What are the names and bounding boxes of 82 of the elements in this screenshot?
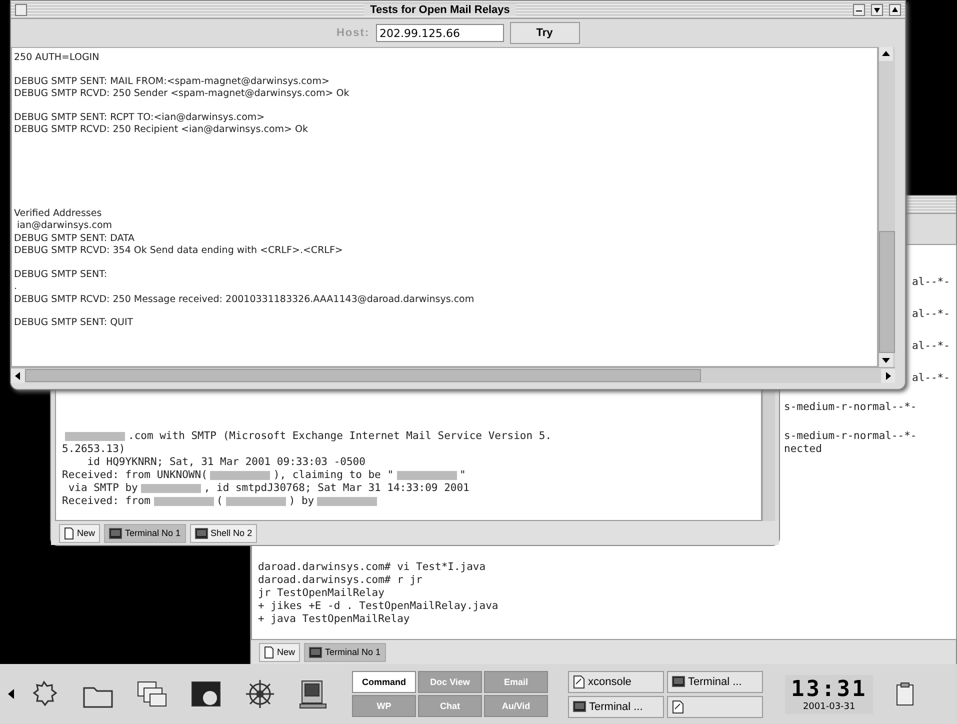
log-line: DEBUG SMTP RCVD: 250 Recipient <ian@darwinsys.com> Ok xyxy=(14,124,309,136)
terminal-line: ) by xyxy=(288,495,314,508)
scroll-up-icon[interactable] xyxy=(879,47,893,61)
terminal-line: id HQ9YKNRN; Sat, 31 Mar 2001 09:33:03 -0500 xyxy=(86,456,366,469)
log-line: DEBUG SMTP SENT: xyxy=(14,268,108,281)
terminal-line: , id smtpdJ30768; Sat Mar 31 14:33:09 2001 xyxy=(204,482,470,495)
terminal-line: al--*- xyxy=(912,276,950,289)
terminal-line: daroad.darwinsys.com# vi Test*I.java xyxy=(258,561,486,574)
log-line: DEBUG SMTP SENT: MAIL FROM:<spam-magnet@darwinsys.com> xyxy=(14,76,330,88)
log-line: DEBUG SMTP RCVD: 354 Ok Send data ending with <CRLF>.<CRLF> xyxy=(14,245,344,258)
task-button[interactable] xyxy=(667,696,763,718)
window-title: Tests for Open Mail Relays xyxy=(364,4,516,16)
host-field[interactable]: 202.99.125.66 xyxy=(376,24,504,42)
log-line: DEBUG SMTP SENT: DATA xyxy=(14,232,136,245)
redacted-text xyxy=(210,471,270,480)
terminal-tab[interactable]: Terminal No 1 xyxy=(104,524,186,542)
terminal-icon xyxy=(672,676,685,687)
page-icon xyxy=(64,526,74,540)
host-label: Host: xyxy=(336,27,370,39)
terminal-tab[interactable]: Shell No 2 xyxy=(190,524,258,542)
document-icon xyxy=(573,674,585,688)
document-icon xyxy=(672,700,684,714)
clipboard-icon[interactable] xyxy=(895,682,916,706)
page-icon xyxy=(264,646,274,658)
arrow-left-icon[interactable] xyxy=(8,689,14,699)
scroll-down-icon[interactable] xyxy=(879,353,893,367)
clock-time: 13:31 xyxy=(791,676,868,702)
terminal-icon xyxy=(309,646,322,658)
terminal-line: Received: from xyxy=(62,495,151,508)
terminal-tab[interactable]: New xyxy=(259,642,300,662)
log-line: DEBUG SMTP RCVD: 250 Sender <spam-magnet@darwinsys.com> Ok xyxy=(14,88,350,100)
terminal-line: s-medium-r-normal--*- xyxy=(784,430,917,443)
log-line: DEBUG SMTP RCVD: 250 Message received: 20010331183326.AAA1143@daroad.darwinsys.com xyxy=(14,294,476,306)
terminal-line: + jikes +E -d . TestOpenMailRelay.java xyxy=(258,600,498,613)
task-button[interactable]: Terminal ... xyxy=(667,670,763,692)
redacted-text xyxy=(140,484,201,493)
desktop-button[interactable]: Command xyxy=(352,671,416,693)
vertical-scrollbar[interactable] xyxy=(878,47,895,367)
terminal-line: ( xyxy=(216,495,223,508)
log-line: Verified Addresses xyxy=(14,208,103,220)
log-line: DEBUG SMTP SENT: QUIT xyxy=(14,317,134,330)
terminal-icon xyxy=(573,701,586,712)
clock-date: 2001-03-31 xyxy=(802,702,856,712)
terminal-line: ), claiming to be " xyxy=(273,469,394,482)
redacted-text xyxy=(65,432,125,441)
scroll-right-icon[interactable] xyxy=(881,368,895,382)
minimize-icon[interactable] xyxy=(852,4,865,16)
log-line: DEBUG SMTP SENT: RCPT TO:<ian@darwinsys.com> xyxy=(14,112,266,124)
log-line: ian@darwinsys.com xyxy=(16,220,114,232)
terminal-line: via SMTP by xyxy=(67,482,138,495)
terminal-line: daroad.darwinsys.com# r jr xyxy=(258,574,422,587)
terminal-line: Received: from UNKNOWN( xyxy=(62,469,208,482)
terminal-line: .com with SMTP (Microsoft Exchange Internet Mail Service Version 5. xyxy=(128,430,552,443)
redacted-text xyxy=(396,471,457,480)
maximize-icon[interactable] xyxy=(888,4,901,16)
terminal-line: nected xyxy=(784,443,822,456)
scroll-left-icon[interactable] xyxy=(11,368,25,382)
terminal-tab[interactable]: Terminal No 1 xyxy=(304,642,386,662)
redacted-text xyxy=(154,497,214,506)
lower-icon[interactable] xyxy=(870,4,883,16)
terminal-icon xyxy=(109,528,122,538)
terminal-icon xyxy=(194,528,208,538)
scroll-thumb[interactable] xyxy=(25,369,701,382)
redacted-text xyxy=(226,497,286,506)
horizontal-scrollbar[interactable] xyxy=(11,367,895,383)
terminal-line: s-medium-r-normal--*- xyxy=(784,401,917,414)
terminal-line: al--*- xyxy=(912,340,950,353)
log-line: . xyxy=(14,281,18,294)
terminal-line: al--*- xyxy=(912,372,950,385)
scroll-thumb[interactable] xyxy=(879,231,895,353)
terminal-line: + java TestOpenMailRelay xyxy=(258,613,410,626)
terminal-line: 5.2653.13) xyxy=(62,443,126,456)
log-line: 250 AUTH=LOGIN xyxy=(14,52,100,64)
task-button[interactable]: xconsole xyxy=(568,670,664,692)
terminal-tab[interactable]: New xyxy=(59,524,100,542)
task-button[interactable]: Terminal ... xyxy=(568,696,664,718)
terminal-line: al--*- xyxy=(912,308,950,321)
terminal-line: " xyxy=(460,469,466,482)
try-button[interactable]: Try xyxy=(510,22,580,44)
window-menu-icon[interactable] xyxy=(15,4,27,16)
terminal-line: jr TestOpenMailRelay xyxy=(258,587,384,600)
redacted-text xyxy=(317,497,378,506)
